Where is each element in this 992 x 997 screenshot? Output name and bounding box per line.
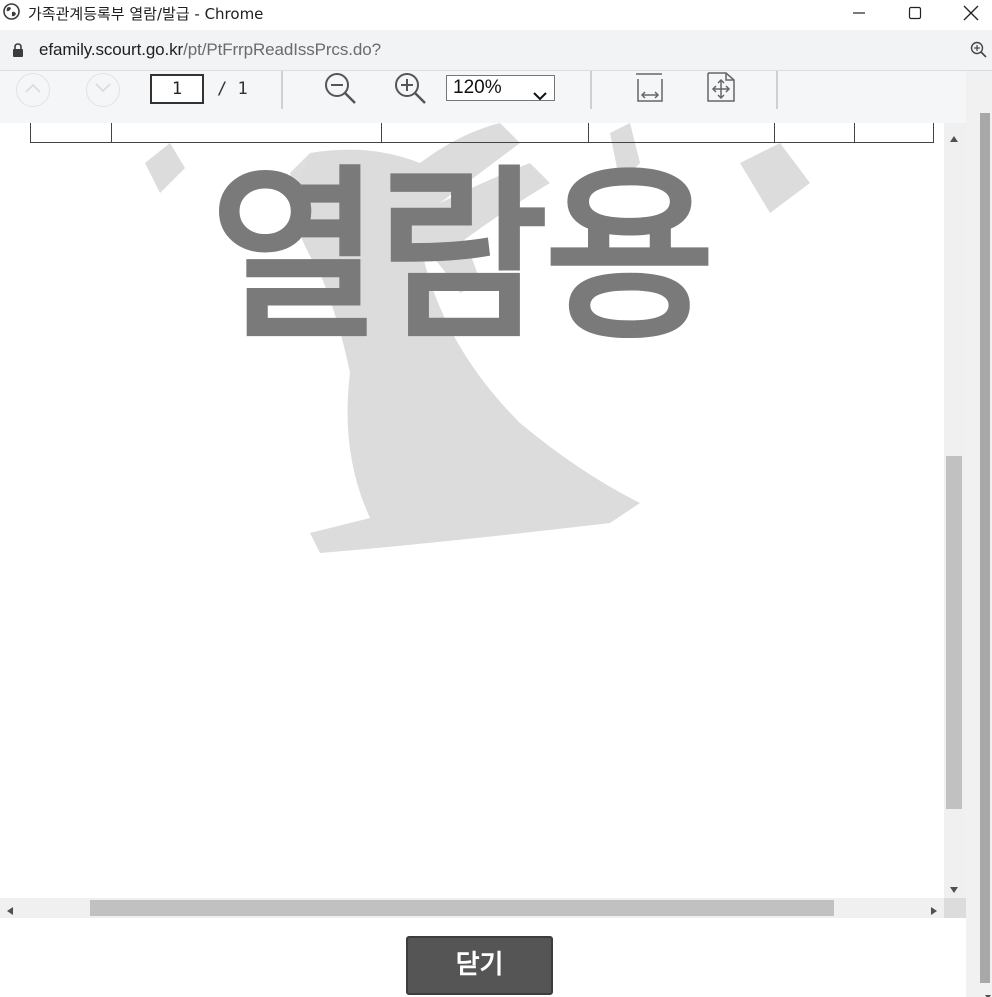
page-number-input[interactable]: 1: [150, 74, 204, 104]
toolbar-divider: [776, 71, 778, 109]
chevron-down-icon: [533, 84, 547, 108]
lock-icon: [12, 43, 24, 62]
page-scrollbar[interactable]: [966, 71, 992, 997]
scrollbar-corner: [944, 898, 966, 918]
minimize-button[interactable]: [836, 0, 882, 26]
table-column-divider: [381, 123, 382, 142]
vertical-scroll-thumb[interactable]: [946, 456, 962, 809]
address-bar[interactable]: efamily.scourt.go.kr/pt/PtFrrpReadIssPrc…: [0, 30, 992, 71]
toolbar-divider: [590, 71, 592, 109]
page-scroll-thumb[interactable]: [980, 113, 990, 983]
globe-icon: [3, 3, 20, 20]
fit-width-button[interactable]: [633, 71, 667, 107]
zoom-out-icon: [322, 73, 358, 111]
vertical-scrollbar[interactable]: [944, 123, 966, 898]
next-page-button[interactable]: [86, 73, 120, 107]
zoom-out-button[interactable]: [322, 71, 358, 107]
pdf-toolbar: 1 / 1 120%: [0, 71, 966, 123]
table-column-divider: [854, 123, 855, 142]
zoom-in-button[interactable]: [392, 71, 428, 107]
scroll-up-arrow-icon[interactable]: [949, 130, 959, 148]
browser-window: 가족관계등록부 열람/발급 - Chrome efamily.scourt.go…: [0, 0, 992, 997]
prev-page-button[interactable]: [16, 73, 50, 107]
url-text[interactable]: efamily.scourt.go.kr/pt/PtFrrpReadIssPrc…: [39, 40, 381, 60]
window-title: 가족관계등록부 열람/발급 - Chrome: [28, 5, 264, 23]
scroll-left-arrow-icon[interactable]: [6, 903, 14, 921]
url-domain: efamily.scourt.go.kr: [39, 40, 184, 59]
horizontal-scroll-thumb[interactable]: [90, 900, 834, 916]
zoom-level: 120%: [453, 77, 502, 98]
maximize-icon: [908, 6, 922, 20]
zoom-select[interactable]: 120%: [446, 75, 555, 101]
fit-page-button[interactable]: [704, 71, 738, 107]
toolbar-divider: [281, 71, 283, 109]
page-total: / 1: [217, 79, 248, 99]
chevron-down-icon: [94, 81, 112, 99]
title-bar: 가족관계등록부 열람/발급 - Chrome: [0, 0, 992, 30]
close-icon: [963, 5, 979, 21]
fit-width-icon: [633, 73, 667, 111]
scroll-right-arrow-icon[interactable]: [930, 903, 938, 921]
table-column-divider: [588, 123, 589, 142]
table-column-divider: [111, 123, 112, 142]
horizontal-scrollbar[interactable]: [0, 898, 944, 918]
minimize-icon: [852, 6, 866, 20]
url-path: /pt/PtFrrpReadIssPrcs.do?: [183, 40, 381, 59]
close-window-button[interactable]: [948, 0, 992, 26]
fit-page-icon: [704, 72, 738, 111]
watermark-text: 열람용: [210, 146, 715, 365]
pdf-document-viewport[interactable]: 열람용: [0, 123, 944, 898]
scroll-down-arrow-icon[interactable]: [949, 881, 959, 899]
chevron-up-icon: [24, 81, 42, 99]
document-table-fragment: [30, 123, 934, 143]
maximize-button[interactable]: [892, 0, 938, 26]
table-column-divider: [774, 123, 775, 142]
close-button[interactable]: 닫기: [406, 936, 553, 995]
zoom-in-icon: [392, 73, 428, 111]
zoom-icon[interactable]: [970, 41, 988, 64]
scroll-down-arrow-icon[interactable]: [985, 987, 991, 997]
